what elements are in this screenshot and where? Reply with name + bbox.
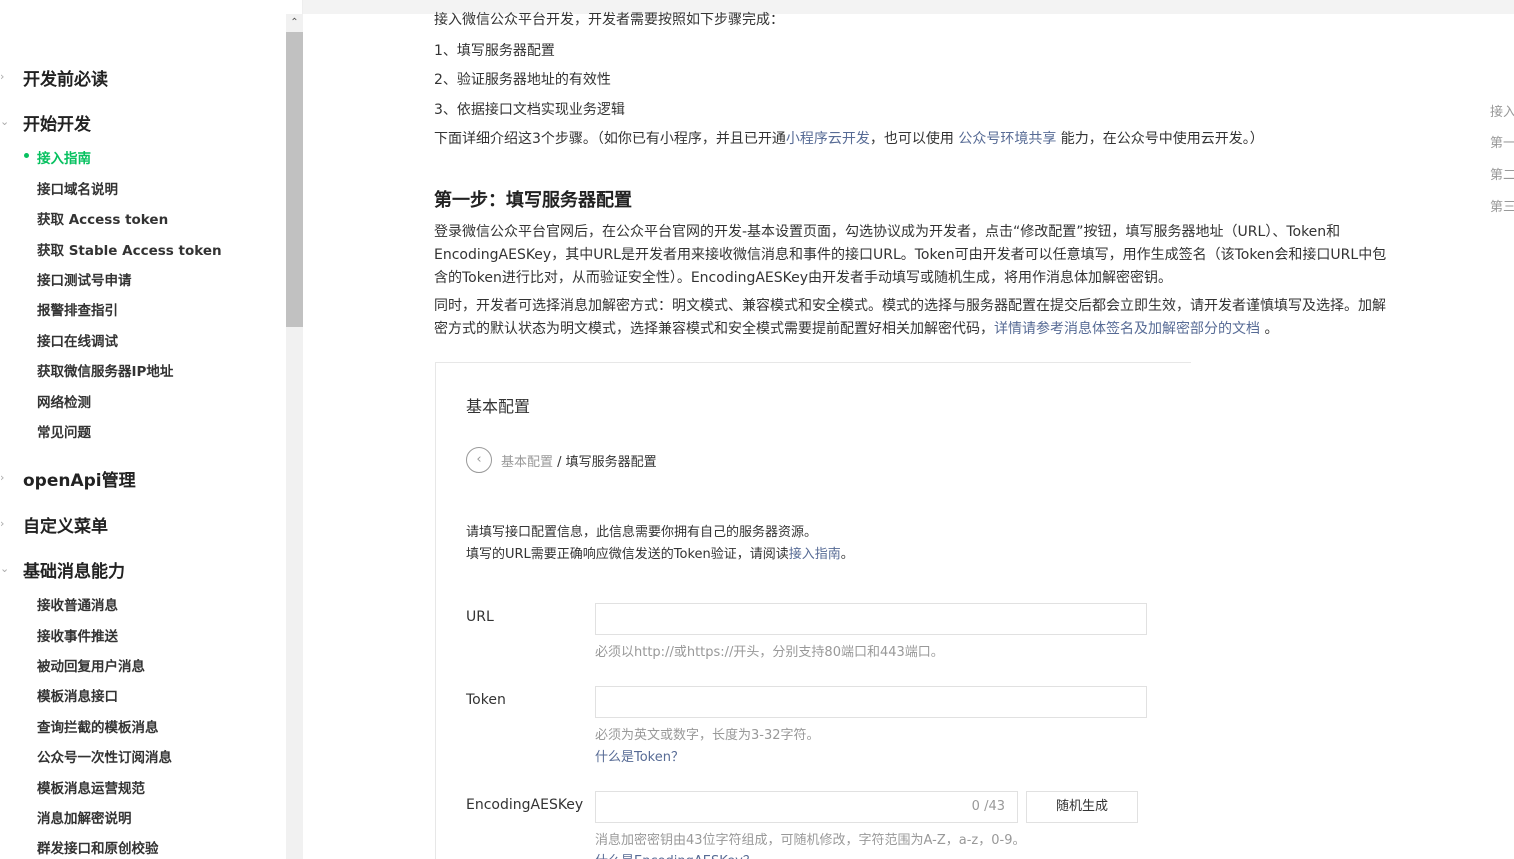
sidebar-item-alarm-guide[interactable]: 报警排查指引	[37, 299, 118, 319]
access-guide-link: 接入指南	[788, 547, 841, 562]
sidebar-item-server-ip[interactable]: 获取微信服务器IP地址	[37, 360, 173, 380]
sidebar-group-basic-msg[interactable]: ⌄ 基础消息能力	[0, 554, 286, 584]
toc-item[interactable]: 第二	[1490, 164, 1514, 183]
chevron-right-icon: ›	[0, 517, 5, 530]
sidebar-item-access-guide[interactable]: 接入指南	[37, 147, 91, 167]
sidebar-item-encrypt[interactable]: 消息加解密说明	[37, 807, 132, 827]
panel-info-line: 请填写接口配置信息，此信息需要你拥有自己的服务器资源。	[466, 525, 818, 540]
sidebar-item-test-account[interactable]: 接口测试号申请	[37, 269, 132, 289]
detail-pre: 下面详细介绍这3个步骤。（如你已有小程序，并且已开通	[434, 131, 786, 147]
token-hint: 必须为英文或数字，长度为3-32字符。	[595, 728, 820, 743]
chevron-down-icon: ⌄	[0, 562, 10, 575]
step-item: 3、依据接口文档实现业务逻辑	[434, 102, 625, 118]
panel-info-line: 填写的URL需要正确响应微信发送的Token验证，请阅读接入指南。	[466, 543, 854, 562]
token-label: Token	[466, 692, 506, 708]
crumb-sep: /	[553, 455, 566, 470]
sidebar-group-label: 开发前必读	[23, 69, 108, 90]
sidebar-nav: › 开发前必读 ⌄ 开始开发 接入指南 接口域名说明 获取 Access tok…	[0, 0, 303, 859]
aes-input-image: 0 /43	[595, 791, 1018, 823]
aes-hint: 消息加密密钥由43位字符组成，可随机修改，字符范围为A-Z，a-z，0-9。	[595, 833, 1026, 848]
info-text: 填写的URL需要正确响应微信发送的Token验证，请阅读	[466, 547, 789, 562]
sidebar-item-faq[interactable]: 常见问题	[37, 421, 91, 441]
what-is-token-link: 什么是Token？	[595, 750, 684, 765]
sidebar-group-label: 基础消息能力	[23, 561, 125, 582]
sidebar-item-template-rules[interactable]: 模板消息运营规范	[37, 777, 145, 797]
sidebar-item-event-push[interactable]: 接收事件推送	[37, 625, 118, 645]
what-is-aes-link: 什么是EncodingAESKey？	[595, 850, 756, 859]
toc-item[interactable]: 第三	[1490, 196, 1514, 215]
step1-heading: 第一步：填写服务器配置	[434, 190, 632, 211]
random-generate-button-image: 随机生成	[1026, 791, 1138, 823]
step1-paragraph: 登录微信公众平台官网后，在公众平台官网的开发-基本设置页面，勾选协议成为开发者，…	[434, 224, 1387, 286]
url-hint: 必须以http://或https://开头，分别支持80端口和443端口。	[595, 645, 944, 660]
toc-item[interactable]: 接入	[1490, 101, 1514, 120]
sidebar-group-label: openApi管理	[23, 470, 136, 491]
toc-item[interactable]: 第一	[1490, 132, 1514, 151]
sidebar-group-start-dev[interactable]: ⌄ 开始开发	[0, 107, 286, 137]
sidebar-item-template-msg[interactable]: 模板消息接口	[37, 685, 118, 705]
detail-text: 下面详细介绍这3个步骤。（如你已有小程序，并且已开通小程序云开发，也可以使用 公…	[434, 128, 1264, 148]
sidebar-item-passive-reply[interactable]: 被动回复用户消息	[37, 655, 145, 675]
chevron-right-icon: ›	[0, 70, 5, 83]
chevron-right-icon: ›	[0, 471, 5, 484]
mode-paragraph: 同时，开发者可选择消息加解密方式：明文模式、兼容模式和安全模式。模式的选择与服务…	[434, 295, 1394, 341]
sidebar-item-network-check[interactable]: 网络检测	[37, 391, 91, 411]
scroll-up-arrow-icon[interactable]: ⌃	[286, 14, 303, 31]
panel-breadcrumb: 基本配置 / 填写服务器配置	[501, 451, 657, 470]
info-end: 。	[840, 547, 854, 562]
aes-counter: 0 /43	[971, 799, 1005, 814]
token-input-image	[595, 686, 1147, 718]
sidebar-group-dev-prereading[interactable]: › 开发前必读	[0, 62, 286, 92]
detail-mid: ，也可以使用	[869, 131, 959, 147]
crumb-parent: 基本配置	[501, 455, 554, 470]
sidebar-item-one-time-subscribe[interactable]: 公众号一次性订阅消息	[37, 746, 172, 766]
sidebar-item-access-token[interactable]: 获取 Access token	[37, 208, 168, 228]
sidebar-item-mass-send[interactable]: 群发接口和原创校验	[37, 837, 159, 857]
sidebar-item-receive-msg[interactable]: 接收普通消息	[37, 594, 118, 614]
mini-program-cloud-link[interactable]: 小程序云开发	[786, 131, 870, 147]
encrypt-docs-link[interactable]: 详情请参考消息体签名及加解密部分的文档	[994, 321, 1260, 337]
sidebar-scrollbar-thumb[interactable]	[286, 32, 303, 327]
step-item: 2、验证服务器地址的有效性	[434, 72, 611, 88]
sidebar-group-label: 开始开发	[23, 114, 91, 135]
sidebar-group-custom-menu[interactable]: › 自定义菜单	[0, 509, 286, 539]
sidebar-item-domain[interactable]: 接口域名说明	[37, 178, 118, 198]
aes-label: EncodingAESKey	[466, 797, 584, 813]
chevron-down-icon: ⌄	[0, 115, 10, 128]
sidebar-item-online-debug[interactable]: 接口在线调试	[37, 330, 118, 350]
active-dot-icon	[24, 153, 29, 158]
mode-paragraph-end: 。	[1260, 321, 1279, 337]
detail-post: 能力，在公众号中使用云开发。）	[1056, 131, 1264, 147]
sidebar-group-openapi[interactable]: › openApi管理	[0, 463, 286, 493]
sidebar-group-label: 自定义菜单	[23, 516, 108, 537]
step-item: 1、填写服务器配置	[434, 43, 555, 59]
intro-text: 接入微信公众平台开发，开发者需要按照如下步骤完成：	[434, 12, 784, 28]
sidebar-item-stable-access-token[interactable]: 获取 Stable Access token	[37, 239, 222, 259]
url-label: URL	[466, 609, 494, 625]
sidebar-item-blocked-template[interactable]: 查询拦截的模板消息	[37, 716, 159, 736]
url-input-image	[595, 603, 1147, 635]
env-share-link[interactable]: 公众号环境共享	[958, 131, 1056, 147]
crumb-current: 填写服务器配置	[565, 455, 657, 470]
back-arrow-icon: ‹	[466, 447, 492, 473]
panel-title: 基本配置	[466, 397, 531, 416]
